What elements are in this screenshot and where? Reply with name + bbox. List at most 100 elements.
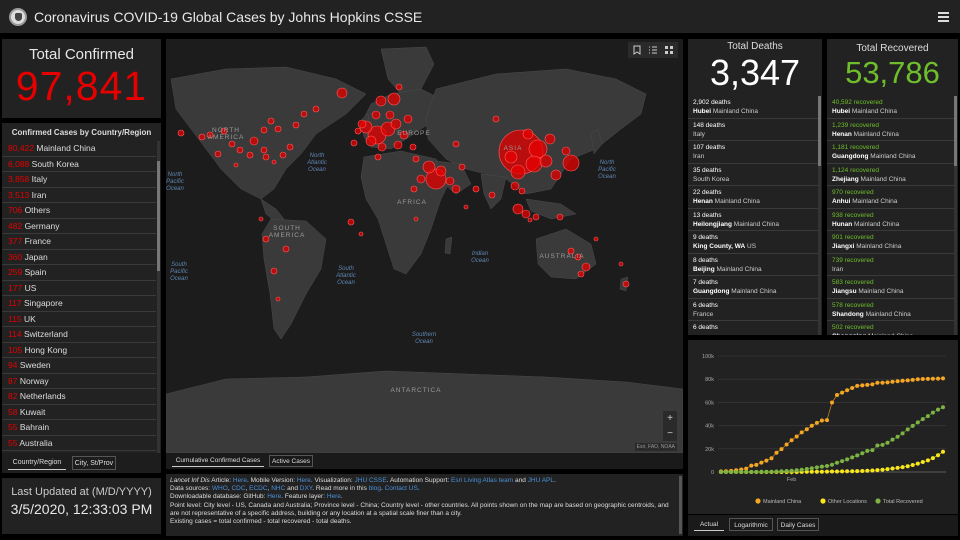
chart-data-point[interactable] xyxy=(754,469,759,474)
chart-data-point[interactable] xyxy=(865,448,870,453)
case-bubble[interactable] xyxy=(488,191,496,199)
chart-data-point[interactable] xyxy=(865,382,870,387)
chart-data-point[interactable] xyxy=(850,455,855,460)
case-bubble[interactable] xyxy=(522,128,534,140)
country-list-item[interactable]: 87 Norway xyxy=(2,374,156,389)
case-bubble[interactable] xyxy=(267,117,275,125)
recovered-list-item[interactable]: 970 recovered Anhui Mainland China xyxy=(827,186,954,209)
case-bubble[interactable] xyxy=(387,92,401,106)
chart-data-point[interactable] xyxy=(835,460,839,465)
chart-data-point[interactable] xyxy=(890,437,895,442)
case-bubble[interactable] xyxy=(521,209,531,219)
case-bubble[interactable] xyxy=(358,231,364,237)
case-bubble[interactable] xyxy=(577,270,585,278)
chart-data-point[interactable] xyxy=(845,457,850,462)
country-list-item[interactable]: 58 Kuwait xyxy=(2,405,156,420)
chart-data-point[interactable] xyxy=(895,379,900,384)
case-bubble[interactable] xyxy=(279,151,287,159)
country-list-item[interactable]: 3,858 Italy xyxy=(2,172,156,188)
chart-data-point[interactable] xyxy=(890,379,895,384)
tab-city-state-province[interactable]: City, St/Prov xyxy=(72,456,116,470)
chart-data-point[interactable] xyxy=(809,423,814,428)
chart-data-point[interactable] xyxy=(941,449,945,454)
chart-data-point[interactable] xyxy=(930,456,935,461)
case-bubble[interactable] xyxy=(409,143,417,151)
chart-data-point[interactable] xyxy=(749,469,754,474)
country-list-item[interactable]: 360 Japan xyxy=(2,250,156,265)
chart-data-point[interactable] xyxy=(769,469,774,474)
who-link[interactable]: WHO xyxy=(212,485,228,492)
case-bubble[interactable] xyxy=(581,262,591,272)
death-list-item[interactable]: 6 deaths France xyxy=(688,299,818,321)
chart-data-point[interactable] xyxy=(754,462,759,467)
case-bubble[interactable] xyxy=(377,142,387,152)
recovered-list[interactable]: 40,592 recovered Hubei Mainland China 1,23… xyxy=(827,96,954,335)
death-list-item[interactable]: 2,902 deaths Hubei Mainland China xyxy=(688,96,818,119)
case-bubble[interactable] xyxy=(410,185,418,193)
case-bubble[interactable] xyxy=(593,236,599,242)
case-bubble[interactable] xyxy=(562,154,580,172)
chart-data-point[interactable] xyxy=(850,386,855,390)
country-list-item[interactable]: 55 Bahrain xyxy=(2,420,156,436)
country-list-item[interactable]: 177 US xyxy=(2,281,156,296)
case-bubble[interactable] xyxy=(527,217,533,223)
case-bubble[interactable] xyxy=(292,121,300,129)
deaths-list[interactable]: 2,902 deaths Hubei Mainland China 148 deat… xyxy=(688,96,818,335)
world-map[interactable]: NORTH AMERICA EUROPE ASIA AFRICA SOUTH A… xyxy=(166,39,683,469)
chart-data-point[interactable] xyxy=(870,448,875,453)
chart-data-point[interactable] xyxy=(779,469,784,474)
chart-data-point[interactable] xyxy=(930,376,935,381)
case-bubble[interactable] xyxy=(445,176,455,186)
recovered-list-item[interactable]: 502 recoveredChongqing Mainland China xyxy=(827,321,954,335)
case-bubble[interactable] xyxy=(260,126,268,134)
chart-data-point[interactable] xyxy=(920,377,925,381)
chart-data-point[interactable] xyxy=(900,431,905,436)
chart-data-point[interactable] xyxy=(925,414,930,419)
chart-data-point[interactable] xyxy=(819,469,824,474)
chart-data-point[interactable] xyxy=(744,469,749,474)
case-bubble[interactable] xyxy=(258,216,264,222)
chart-data-point[interactable] xyxy=(850,469,855,474)
chart-data-point[interactable] xyxy=(764,458,769,463)
chart-data-point[interactable] xyxy=(845,469,850,474)
basemap-gallery-icon[interactable] xyxy=(664,45,674,55)
recovered-list-item[interactable]: 1,239 recovered Henan Mainland China xyxy=(827,119,954,141)
case-bubble[interactable] xyxy=(262,153,270,161)
case-bubble[interactable] xyxy=(472,185,480,193)
chart-data-point[interactable] xyxy=(941,405,945,410)
chart-data-point[interactable] xyxy=(759,460,764,465)
case-bubble[interactable] xyxy=(416,174,426,184)
case-bubble[interactable] xyxy=(350,139,358,147)
chart-data-point[interactable] xyxy=(905,464,910,469)
legend-list-icon[interactable] xyxy=(648,45,658,55)
case-bubble[interactable] xyxy=(422,160,436,174)
case-bubble[interactable] xyxy=(452,140,460,148)
country-list-item[interactable]: 105 Hong Kong xyxy=(2,343,156,358)
chart-data-point[interactable] xyxy=(794,468,799,473)
chart-data-point[interactable] xyxy=(855,469,860,474)
country-list-item[interactable]: 6,088 South Korea xyxy=(2,157,156,172)
chart-data-point[interactable] xyxy=(840,459,845,464)
country-list[interactable]: 80,422 Mainland China 6,088 South Korea 3,… xyxy=(2,141,156,453)
chart-data-point[interactable] xyxy=(814,465,819,470)
death-list-item[interactable]: 107 deaths Iran xyxy=(688,141,818,164)
death-list-item[interactable]: 9 deaths King County, WA US xyxy=(688,231,818,254)
chart-data-point[interactable] xyxy=(784,442,789,447)
zoom-out-button[interactable]: − xyxy=(663,426,677,441)
chart-data-point[interactable] xyxy=(900,465,905,470)
chart-data-point[interactable] xyxy=(925,458,930,463)
chart-data-point[interactable] xyxy=(936,407,940,412)
recovered-list-item[interactable]: 1,124 recovered Zhejiang Mainland China xyxy=(827,164,954,186)
nhc-link[interactable]: NHC xyxy=(271,485,285,492)
case-bubble[interactable] xyxy=(458,163,466,171)
chart-data-point[interactable] xyxy=(794,434,799,439)
chart-data-point[interactable] xyxy=(825,464,829,468)
chart-data-point[interactable] xyxy=(860,469,865,473)
chart-data-point[interactable] xyxy=(941,376,945,381)
chart-data-point[interactable] xyxy=(925,376,930,381)
chart-data-point[interactable] xyxy=(885,467,890,472)
chart-data-point[interactable] xyxy=(895,465,900,470)
info-scrollbar[interactable] xyxy=(679,476,682,534)
case-bubble[interactable] xyxy=(282,245,290,253)
chart-data-point[interactable] xyxy=(885,440,890,445)
